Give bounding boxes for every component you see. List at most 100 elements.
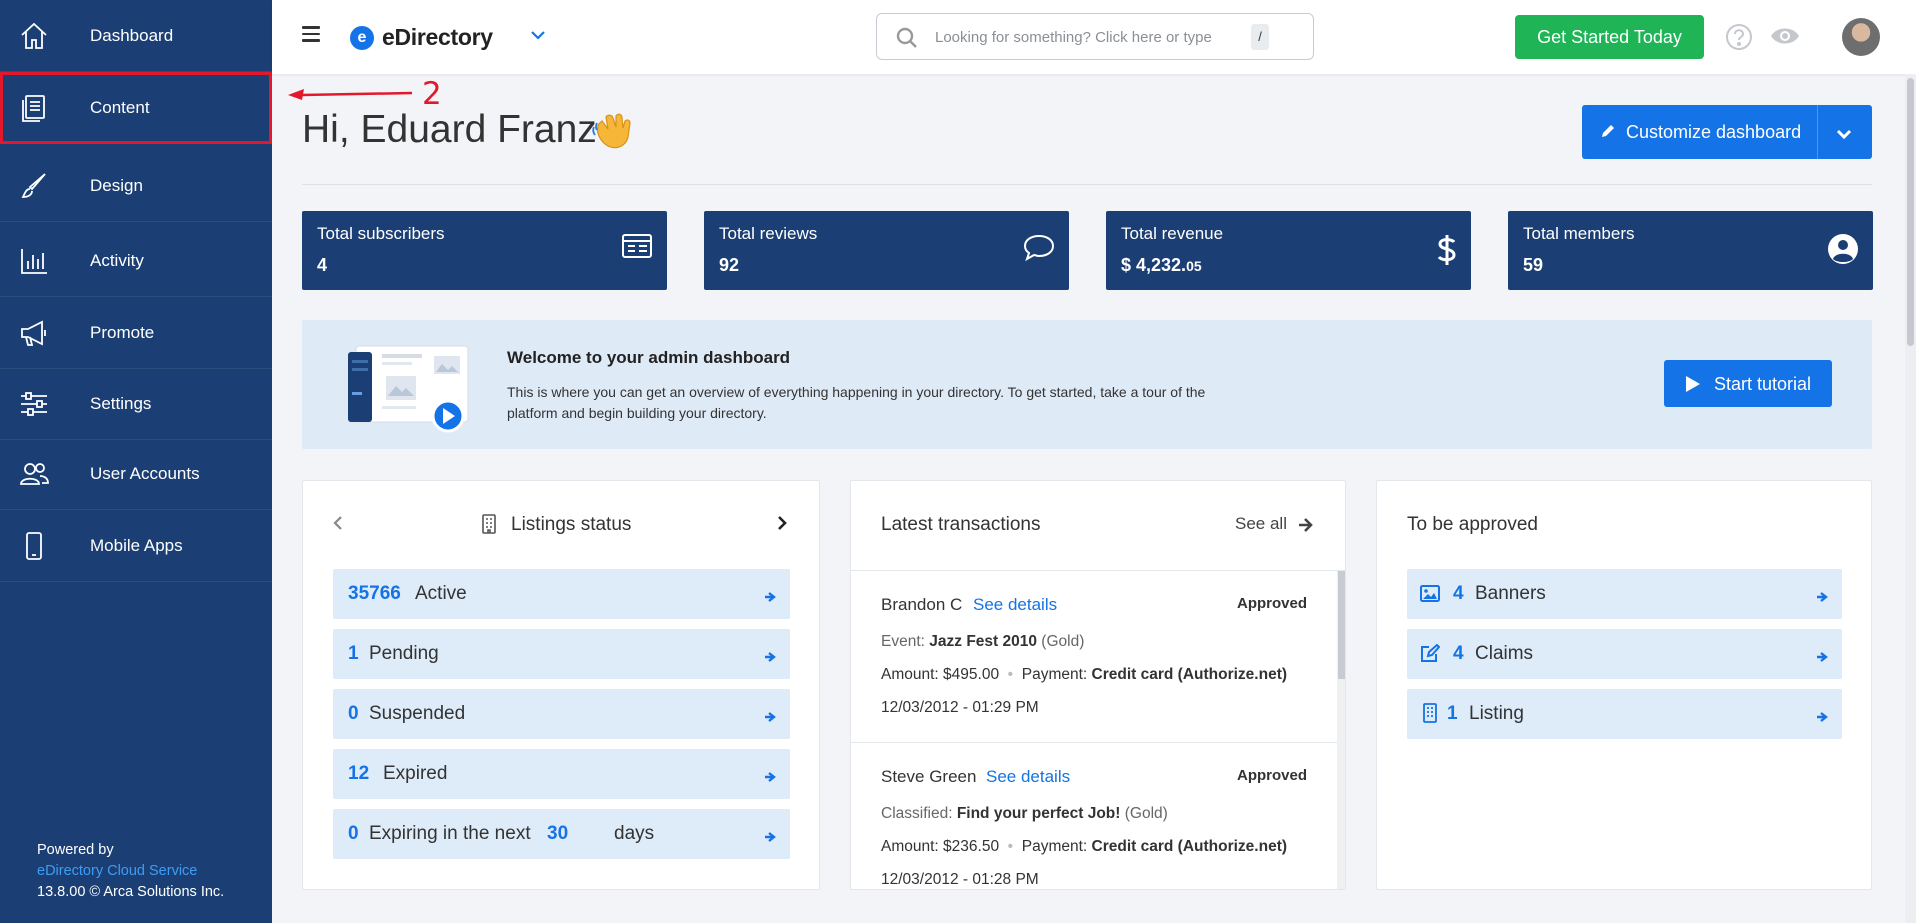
sidebar-item-mobile-apps[interactable]: Mobile Apps [0, 510, 272, 582]
chevron-down-icon[interactable] [530, 28, 546, 46]
approval-row-banners[interactable]: 4 Banners [1407, 569, 1842, 619]
sidebar-item-activity[interactable]: Activity [0, 225, 272, 297]
stat-value: 92 [719, 255, 740, 275]
sidebar-item-label: Content [90, 97, 150, 117]
user-circle-icon [1827, 233, 1859, 270]
search-placeholder: Looking for something? Click here or typ… [935, 29, 1212, 46]
approval-row-claims[interactable]: 4 Claims [1407, 629, 1842, 679]
customize-label: Customize dashboard [1626, 122, 1802, 142]
see-details-link[interactable]: See details [986, 767, 1070, 787]
newsletter-icon [621, 233, 653, 264]
item-name: Jazz Fest 2010 [929, 633, 1037, 650]
payment-method: Credit card (Authorize.net) [1091, 666, 1288, 683]
approval-label: Claims [1475, 643, 1534, 664]
start-tutorial-button[interactable]: Start tutorial [1664, 360, 1832, 407]
scrollbar-thumb[interactable] [1907, 78, 1914, 346]
stat-value: $ 4,232.05 [1121, 255, 1202, 276]
arrow-right-icon [764, 827, 776, 849]
approval-count: 4 [1453, 643, 1464, 664]
divider [302, 184, 1872, 185]
arrow-right-icon [764, 767, 776, 789]
approval-row-listing[interactable]: 1 Listing [1407, 689, 1842, 739]
stat-card-subscribers: Total subscribers 4 [302, 211, 667, 290]
scrollbar-thumb[interactable] [1338, 571, 1345, 679]
get-started-button[interactable]: Get Started Today [1515, 15, 1704, 59]
search-icon [895, 26, 919, 55]
button-divider [1817, 105, 1818, 159]
sidebar-item-user-accounts[interactable]: User Accounts [0, 438, 272, 510]
transaction-item: Steve Green See details Approved Classif… [851, 743, 1337, 889]
item-name: Find your perfect Job! [956, 805, 1121, 822]
stat-title: Total revenue [1121, 224, 1224, 243]
tutorial-illustration [342, 342, 472, 439]
status-row-pending[interactable]: 1 Pending [333, 629, 790, 679]
arrow-right-icon [1816, 707, 1828, 729]
status-badge: Approved [1236, 595, 1307, 612]
avatar[interactable] [1842, 18, 1880, 56]
start-tutorial-label: Start tutorial [1714, 374, 1812, 394]
page-scrollbar[interactable] [1905, 74, 1916, 923]
card-title: To be approved [1407, 514, 1538, 535]
sidebar-footer: Powered by eDirectory Cloud Service 13.8… [37, 840, 224, 903]
image-icon [1420, 585, 1440, 608]
to-be-approved-card: To be approved 4 Banners 4 Claims 1 List… [1376, 480, 1872, 890]
pencil-icon [1600, 123, 1616, 144]
transaction-item-line: Classified: Find your perfect Job! (Gold… [881, 805, 1168, 823]
item-level: (Gold) [1041, 633, 1085, 650]
sidebar-item-promote[interactable]: Promote [0, 297, 272, 369]
service-link[interactable]: eDirectory Cloud Service [37, 861, 224, 882]
sidebar-item-label: User Accounts [90, 463, 200, 483]
status-label: Expiring in the next [369, 823, 531, 844]
sidebar-item-label: Mobile Apps [90, 535, 183, 555]
home-icon [16, 18, 52, 54]
approval-label: Listing [1469, 703, 1524, 724]
brand[interactable]: e eDirectory [350, 24, 493, 51]
search-input[interactable]: Looking for something? Click here or typ… [876, 13, 1314, 60]
page-title: Hi, Eduard Franz [302, 108, 597, 151]
status-row-expiring[interactable]: 0 Expiring in the next 30 days [333, 809, 790, 859]
status-count: 0 [348, 823, 359, 844]
chevron-down-icon[interactable] [1835, 125, 1853, 146]
users-icon [16, 456, 52, 492]
version-text: 13.8.00 © Arca Solutions Inc. [37, 884, 225, 900]
payment-label: Payment: [1021, 838, 1088, 855]
chevron-right-icon[interactable] [777, 515, 787, 536]
stat-title: Total reviews [719, 224, 818, 243]
edit-icon [1420, 643, 1441, 669]
sidebar-item-settings[interactable]: Settings [0, 368, 272, 440]
arrow-right-icon[interactable] [1298, 517, 1314, 538]
status-badge: Approved [1236, 767, 1307, 784]
brand-logo-icon: e [350, 25, 374, 50]
chevron-left-icon[interactable] [333, 515, 343, 536]
listings-status-card: Listings status 35766 Active 1 Pending 0… [302, 480, 820, 890]
approval-label: Banners [1475, 583, 1546, 604]
transaction-date: 12/03/2012 - 01:28 PM [881, 871, 1039, 888]
brush-icon [16, 168, 52, 204]
eye-icon[interactable] [1770, 26, 1800, 51]
days-label: days [614, 823, 655, 844]
status-row-expired[interactable]: 12 Expired [333, 749, 790, 799]
phone-icon [16, 528, 52, 564]
payment-method: Credit card (Authorize.net) [1091, 838, 1288, 855]
days-count: 30 [547, 823, 569, 844]
status-row-suspended[interactable]: 0 Suspended [333, 689, 790, 739]
sidebar: Dashboard Content Design Activity Promot… [0, 0, 272, 923]
see-all-link[interactable]: See all [1235, 514, 1287, 534]
status-label: Pending [369, 643, 439, 664]
transaction-item-line: Event: Jazz Fest 2010 (Gold) [881, 633, 1084, 651]
amount: Amount: $495.00 [881, 666, 1000, 683]
list-scrollbar[interactable] [1337, 571, 1345, 889]
sidebar-item-dashboard[interactable]: Dashboard [0, 0, 272, 72]
see-details-link[interactable]: See details [973, 595, 1057, 615]
customize-dashboard-button[interactable]: Customize dashboard [1582, 105, 1872, 159]
sidebar-item-content[interactable]: Content [0, 72, 272, 144]
item-level: (Gold) [1124, 805, 1168, 822]
status-count: 35766 [348, 583, 401, 604]
status-row-active[interactable]: 35766 Active [333, 569, 790, 619]
help-icon[interactable] [1725, 23, 1753, 56]
sidebar-item-design[interactable]: Design [0, 150, 272, 222]
approval-count: 4 [1453, 583, 1464, 604]
hamburger-menu-icon[interactable] [302, 26, 320, 44]
building-icon [481, 514, 497, 539]
stat-card-members: Total members 59 [1508, 211, 1873, 290]
